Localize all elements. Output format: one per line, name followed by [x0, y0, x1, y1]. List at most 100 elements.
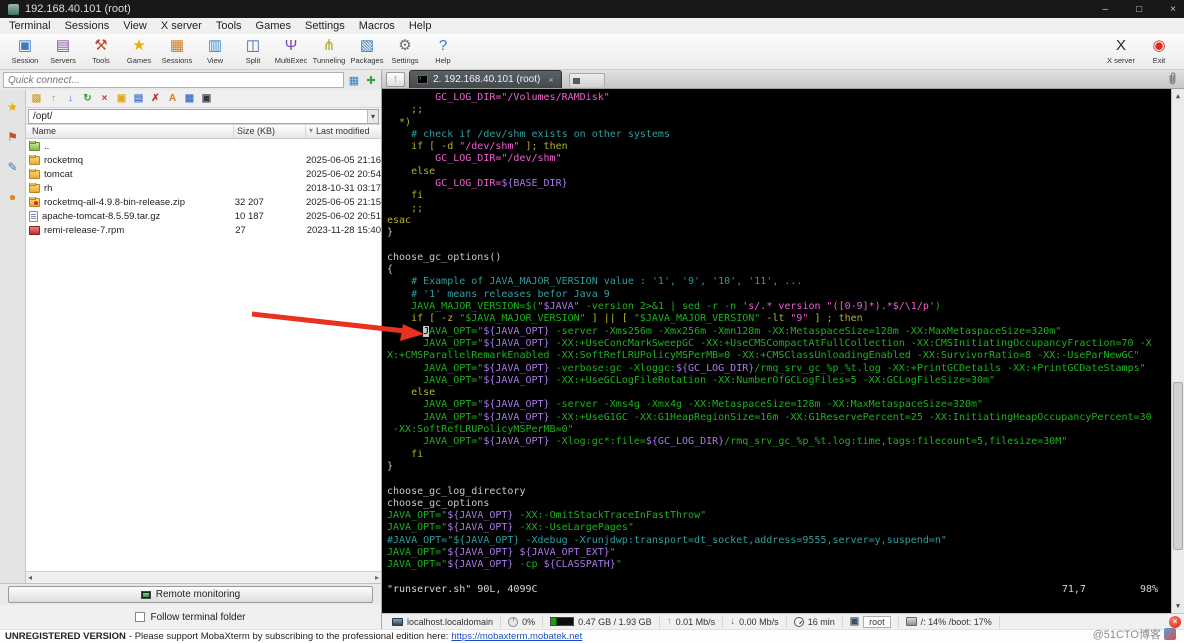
path-select[interactable]: /opt/ ▾ — [28, 109, 379, 124]
toolbar-multiexec-button[interactable]: Ψ MultiExec — [272, 35, 310, 69]
file-name: rocketmq-all-4.9.8-bin-release.zip — [44, 196, 185, 208]
terminal-scrollbar[interactable]: ▲ ▼ — [1171, 89, 1184, 613]
watermark-logo-icon — [1164, 628, 1176, 640]
tab-label: 2. 192.168.40.101 (root) — [433, 74, 541, 85]
toolbar-xserver-button[interactable]: X X server — [1102, 35, 1140, 69]
scroll-left-icon[interactable]: ◂ — [28, 573, 32, 582]
column-header-name[interactable]: Name — [26, 125, 234, 138]
toolbar-servers-button[interactable]: ▤ Servers — [44, 35, 82, 69]
toolbar-split-button[interactable]: ◫ Split — [234, 35, 272, 69]
column-header-modified[interactable]: ▾ Last modified — [306, 125, 381, 138]
terminal-line: #JAVA_OPT="${JAVA_OPT} -Xdebug -Xrunjdwp… — [387, 534, 947, 546]
terminal-screen[interactable]: GC_LOG_DIR="/Volumes/RAMDisk" ;; *) # ch… — [382, 89, 1184, 613]
follow-terminal-row: Follow terminal folder — [0, 605, 381, 629]
file-row[interactable]: .. — [26, 139, 381, 153]
rename-icon[interactable]: A — [166, 92, 179, 106]
menu-item-settings[interactable]: Settings — [298, 20, 352, 32]
toolbar-settings-button[interactable]: ⚙ Settings — [386, 35, 424, 69]
file-name-cell: tomcat — [26, 168, 232, 180]
menu-item-x-server[interactable]: X server — [154, 20, 209, 32]
quick-connect-input[interactable] — [3, 72, 344, 88]
file-name-cell: rocketmq-all-4.9.8-bin-release.zip — [26, 196, 232, 208]
terminal-sync-icon[interactable]: ▣ — [200, 92, 213, 106]
terminal-line: { — [387, 264, 394, 276]
file-row[interactable]: rh 2018-10-31 03:17 — [26, 181, 381, 195]
follow-terminal-checkbox[interactable] — [135, 612, 146, 622]
file-row[interactable]: tomcat 2025-06-02 20:54 — [26, 167, 381, 181]
scroll-right-icon[interactable]: ▸ — [375, 573, 379, 582]
delete-icon[interactable]: ✗ — [149, 92, 162, 106]
terminal-line: GC_LOG_DIR="/dev/shm" — [387, 153, 562, 165]
horizontal-scrollbar[interactable]: ◂ ▸ — [26, 571, 381, 583]
tabbar-up-button[interactable]: ↑ — [386, 72, 405, 87]
parent-folder-icon[interactable]: ▨ — [30, 92, 43, 106]
mobatek-link[interactable]: https://mobaxterm.mobatek.net — [451, 631, 582, 642]
close-button[interactable]: × — [1170, 4, 1176, 15]
document-icon[interactable]: ▤ — [132, 92, 145, 106]
tab-active[interactable]: 2. 192.168.40.101 (root) × — [409, 70, 562, 88]
menu-item-tools[interactable]: Tools — [209, 20, 249, 32]
toolbar-session-button[interactable]: ▣ Session — [6, 35, 44, 69]
terminal-line: choose_gc_log_directory — [387, 485, 526, 497]
toolbar-packages-button[interactable]: ▧ Packages — [348, 35, 386, 69]
status-disk: /: 14% /boot: 17% — [899, 615, 1000, 628]
terminal-line: JAVA_OPT="${JAVA_OPT} -cp ${CLASSPATH}" — [387, 559, 622, 571]
sidebar-tab-strip: ★ ⚑ ✎ ● — [0, 90, 26, 583]
tools-tab-icon[interactable]: ⚑ — [7, 130, 18, 144]
file-row[interactable]: rocketmq 2025-06-05 21:16 — [26, 153, 381, 167]
file-name-cell: rocketmq — [26, 154, 232, 166]
stop-icon[interactable]: × — [98, 92, 111, 106]
watermark-text: @51CTO博客 — [1092, 629, 1161, 641]
upload-icon[interactable]: ↑ — [47, 92, 60, 106]
terminal-line: JAVA_OPT="${JAVA_OPT} -XX:-OmitStackTrac… — [387, 510, 707, 522]
toolbar-help-button[interactable]: ? Help — [424, 35, 462, 69]
menu-item-terminal[interactable]: Terminal — [2, 20, 58, 32]
minimize-button[interactable]: – — [1103, 4, 1109, 15]
scrollbar-thumb[interactable] — [1173, 382, 1183, 551]
toolbar-view-label: View — [206, 56, 224, 65]
new-folder-icon[interactable]: ▣ — [115, 92, 128, 106]
file-row[interactable]: apache-tomcat-8.5.59.tar.gz 10 187 2025-06… — [26, 209, 381, 223]
file-modified: 2018-10-31 03:17 — [305, 182, 381, 194]
file-row[interactable]: rocketmq-all-4.9.8-bin-release.zip 32 207… — [26, 195, 381, 209]
toolbar-tools-button[interactable]: ⚒ Tools — [82, 35, 120, 69]
macros-tab-icon[interactable]: ✎ — [7, 160, 17, 174]
menu-item-sessions[interactable]: Sessions — [58, 20, 117, 32]
grid-view-icon[interactable]: ▦ — [183, 92, 196, 106]
toolbar-sessions-button[interactable]: ▦ Sessions — [158, 35, 196, 69]
vim-cursor-position: 71,7 — [1061, 583, 1086, 595]
sessions-tab-icon[interactable]: ★ — [7, 100, 18, 114]
menu-item-games[interactable]: Games — [249, 20, 298, 32]
scroll-down-icon[interactable]: ▼ — [1172, 600, 1184, 612]
toolbar-exit-button[interactable]: ◉ Exit — [1140, 35, 1178, 69]
new-session-icon[interactable]: ✚ — [364, 74, 378, 87]
file-row[interactable]: remi-release-7.rpm 27 2023-11-28 15:40 — [26, 223, 381, 237]
disk-icon — [905, 617, 917, 626]
toolbar-view-button[interactable]: ▥ View — [196, 35, 234, 69]
paperclip-icon[interactable] — [1167, 72, 1181, 86]
column-header-size[interactable]: Size (KB) — [234, 125, 306, 138]
terminal-line: fi — [387, 448, 424, 460]
sidebar: ▦ ✚ ★ ⚑ ✎ ● ▨ ↑ ↓ ↻ × ▣ ▤ ✗ A ▦ ▣ /opt/ ▾ Name Size (… — [0, 70, 382, 629]
refresh-icon[interactable]: ↻ — [81, 92, 94, 106]
terminal-line: JAVA_OPT="${JAVA_OPT} -Xlog:gc*:file=${G… — [387, 436, 1068, 448]
menu-item-help[interactable]: Help — [402, 20, 439, 32]
upload-speed-icon: ↑ — [666, 615, 672, 627]
toolbar-tunneling-button[interactable]: ⋔ Tunneling — [310, 35, 348, 69]
sftp-tab-icon[interactable]: ● — [9, 190, 16, 204]
tab-close-icon[interactable]: × — [548, 75, 553, 85]
remote-monitoring-button[interactable]: Remote monitoring — [8, 586, 373, 603]
download-icon[interactable]: ↓ — [64, 92, 77, 106]
sort-indicator-icon: ▾ — [309, 126, 314, 135]
sessions-grid-icon[interactable]: ▦ — [347, 74, 361, 87]
maximize-button[interactable]: □ — [1136, 4, 1142, 15]
menu-item-macros[interactable]: Macros — [352, 20, 402, 32]
menu-item-view[interactable]: View — [116, 20, 154, 32]
scroll-up-icon[interactable]: ▲ — [1172, 90, 1184, 102]
tab-inactive[interactable] — [568, 73, 605, 87]
status-user: ▣ root — [843, 615, 899, 628]
quick-connect-row: ▦ ✚ — [0, 70, 381, 90]
toolbar-games-button[interactable]: ★ Games — [120, 35, 158, 69]
chevron-down-icon[interactable]: ▾ — [366, 110, 378, 123]
file-list: .. rocketmq 2025-06-05 21:16 tomcat 2025-06-… — [26, 139, 381, 571]
